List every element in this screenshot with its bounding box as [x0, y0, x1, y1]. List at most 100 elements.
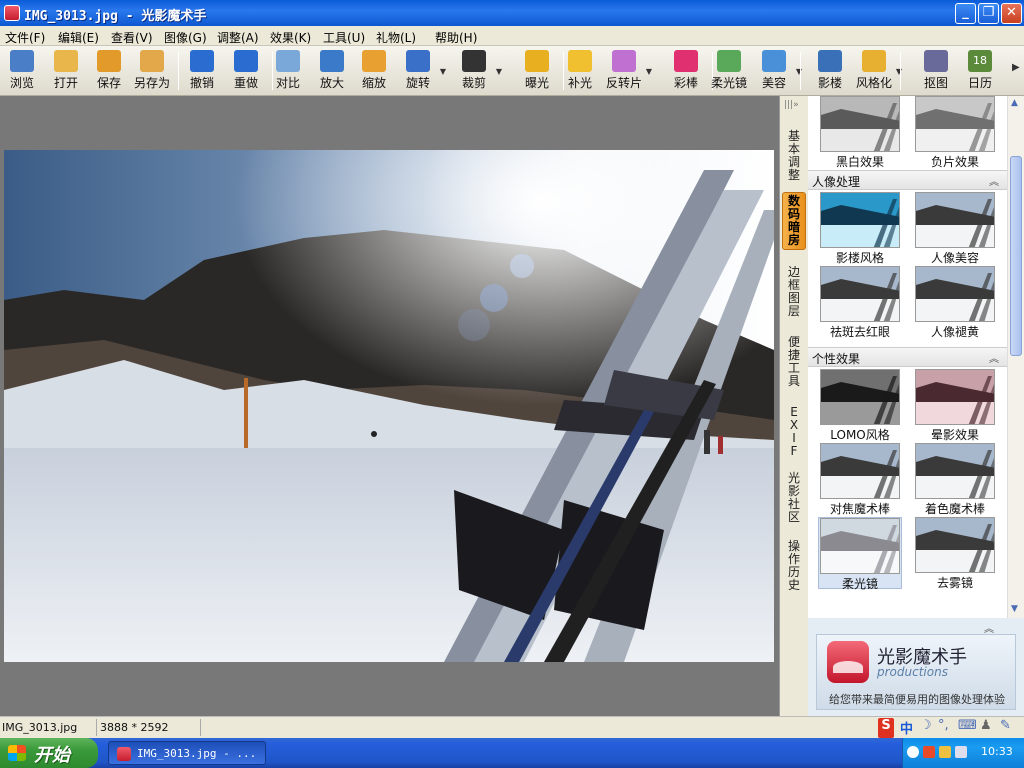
- tool-exposure-button[interactable]: 曝光: [515, 49, 559, 93]
- scroll-down-icon[interactable]: ▼: [1011, 604, 1018, 614]
- tool-zoom-in-button[interactable]: 放大: [310, 49, 354, 93]
- tool-label: 撤销: [189, 76, 214, 90]
- tool-stylize-button[interactable]: 风格化 ▼: [852, 49, 902, 93]
- tool-compare-button[interactable]: 对比: [266, 49, 310, 93]
- menu-bar: 文件(F) 编辑(E) 查看(V) 图像(G) 调整(A) 效果(K) 工具(U…: [0, 26, 1024, 46]
- dropdown-arrow-icon[interactable]: ▼: [440, 67, 446, 76]
- toolbar: 浏览 打开 保存 另存为 撤销 重做 对比 放大 缩放 旋转 ▼ 裁剪 ▼ 曝光 补光 反转片 ▼ 彩棒 柔光镜 美容…: [0, 46, 1024, 96]
- banner-collapse-icon[interactable]: ︽: [984, 620, 994, 635]
- start-button[interactable]: 开始: [0, 738, 98, 768]
- dropdown-arrow-icon[interactable]: ▼: [796, 67, 802, 76]
- tool-reversal-film-button[interactable]: 反转片 ▼: [602, 49, 652, 93]
- tray-app-icon[interactable]: [923, 746, 935, 758]
- tool-color-wand-button[interactable]: 彩棒: [664, 49, 708, 93]
- dropdown-arrow-icon[interactable]: ▼: [896, 67, 902, 76]
- side-tab-4[interactable]: EXIF: [782, 404, 806, 460]
- scroll-up-icon[interactable]: ▲: [1011, 98, 1018, 108]
- effect-thumb-0[interactable]: 黑白效果: [818, 96, 902, 169]
- brand-box[interactable]: 光影魔术手 productions 给您带来最简便易用的图像处理体验: [816, 634, 1016, 710]
- tool-calendar-button[interactable]: 18 日历: [958, 49, 1002, 93]
- tray-clock[interactable]: 10:33: [981, 745, 1013, 758]
- tool-beauty-face-button[interactable]: 美容 ▼: [752, 49, 802, 93]
- side-tab-2[interactable]: 边框图层: [782, 264, 806, 320]
- ime-keyboard-icon[interactable]: ⌨: [958, 718, 977, 738]
- tool-save-button[interactable]: 保存: [87, 49, 131, 93]
- menu-edit[interactable]: 编辑(E): [58, 29, 99, 46]
- title-bar[interactable]: IMG_3013.jpg - 光影魔术手 _ ❐ ✕: [0, 0, 1024, 26]
- tool-resize-button[interactable]: 缩放: [352, 49, 396, 93]
- tool-fill-light-button[interactable]: 补光: [558, 49, 602, 93]
- rotate-icon: [406, 50, 430, 72]
- effect-preview: [915, 443, 995, 499]
- menu-help[interactable]: 帮助(H): [435, 29, 477, 46]
- section-collapse-icon[interactable]: ︽: [989, 350, 999, 365]
- effect-thumb-5[interactable]: 人像褪黄: [913, 266, 997, 339]
- side-tab-5[interactable]: 光影社区: [782, 470, 806, 526]
- tool-redo-button[interactable]: 重做: [224, 49, 268, 93]
- tray-warning-icon[interactable]: [939, 746, 951, 758]
- close-button[interactable]: ✕: [1001, 3, 1022, 24]
- tool-label: 反转片: [605, 76, 642, 90]
- side-tab-3[interactable]: 便捷工具: [782, 334, 806, 390]
- effect-thumb-4[interactable]: 祛斑去红眼: [818, 266, 902, 339]
- dropdown-arrow-icon[interactable]: ▼: [496, 67, 502, 76]
- menu-effects[interactable]: 效果(K): [270, 29, 311, 46]
- dropdown-arrow-icon[interactable]: ▼: [646, 67, 652, 76]
- menu-tools[interactable]: 工具(U): [323, 29, 365, 46]
- brand-logo-icon: [827, 641, 869, 683]
- tool-folder-open-button[interactable]: 打开: [44, 49, 88, 93]
- effect-thumb-2[interactable]: 影楼风格: [818, 192, 902, 265]
- menu-gifts[interactable]: 礼物(L): [376, 29, 416, 46]
- effect-section-header[interactable]: 个性效果 ︽: [808, 347, 1007, 367]
- effect-thumb-6[interactable]: LOMO风格: [818, 369, 902, 442]
- ime-punct-icon[interactable]: °,: [938, 718, 949, 738]
- effect-thumb-7[interactable]: 晕影效果: [913, 369, 997, 442]
- tool-studio-button[interactable]: 影楼: [808, 49, 852, 93]
- effect-thumb-8[interactable]: 对焦魔术棒: [818, 443, 902, 516]
- ime-moon-icon[interactable]: ☽: [920, 718, 932, 738]
- menu-adjust[interactable]: 调整(A): [217, 29, 259, 46]
- side-tab-1[interactable]: 数码暗房: [782, 192, 806, 250]
- ime-wrench-icon[interactable]: ✎: [1000, 718, 1011, 738]
- toolbar-overflow-icon[interactable]: ▶: [1012, 62, 1020, 73]
- status-dimensions: 3888 * 2592: [100, 721, 169, 734]
- tool-cutout-button[interactable]: 抠图: [914, 49, 958, 93]
- tool-undo-button[interactable]: 撤销: [180, 49, 224, 93]
- section-collapse-icon[interactable]: ︽: [989, 173, 999, 188]
- effect-thumb-9[interactable]: 着色魔术棒: [913, 443, 997, 516]
- app-icon[interactable]: [4, 5, 20, 21]
- effects-scrollbar[interactable]: ▲ ▼: [1007, 96, 1024, 618]
- toolbar-separator: [800, 52, 801, 90]
- ime-lang-toggle[interactable]: 中: [900, 718, 913, 738]
- tool-browse-button[interactable]: 浏览: [0, 49, 44, 93]
- tool-save-as-button[interactable]: 另存为: [130, 49, 174, 93]
- panel-toggle-icon[interactable]: |||»: [784, 100, 799, 110]
- effect-thumb-1[interactable]: 负片效果: [913, 96, 997, 169]
- tool-crop-button[interactable]: 裁剪 ▼: [452, 49, 502, 93]
- reversal-film-icon: [612, 50, 636, 72]
- side-tab-0[interactable]: 基本调整: [782, 128, 806, 184]
- menu-view[interactable]: 查看(V): [111, 29, 153, 46]
- menu-image[interactable]: 图像(G): [164, 29, 207, 46]
- tool-soft-focus-button[interactable]: 柔光镜: [707, 49, 751, 93]
- tray-chevron-icon[interactable]: [907, 746, 919, 758]
- taskbar-item-app[interactable]: IMG_3013.jpg - ...: [108, 741, 266, 765]
- side-tab-6[interactable]: 操作历史: [782, 538, 806, 594]
- ime-user-icon[interactable]: ♟: [980, 718, 992, 738]
- menu-file[interactable]: 文件(F): [5, 29, 45, 46]
- section-title: 个性效果: [812, 352, 861, 366]
- tool-rotate-button[interactable]: 旋转 ▼: [396, 49, 446, 93]
- photo-preview[interactable]: [4, 150, 774, 662]
- image-canvas[interactable]: [0, 96, 779, 716]
- effect-thumb-10[interactable]: 柔光镜: [818, 517, 902, 591]
- section-title: 人像处理: [812, 175, 861, 189]
- effect-section-header[interactable]: 人像处理 ︽: [808, 170, 1007, 190]
- effect-thumb-3[interactable]: 人像美容: [913, 192, 997, 265]
- minimize-button[interactable]: _: [955, 3, 976, 24]
- effect-thumb-11[interactable]: 去雾镜: [913, 517, 997, 590]
- taskbar: 开始 IMG_3013.jpg - ... 10:33: [0, 738, 1024, 768]
- ime-logo-icon[interactable]: S: [878, 718, 894, 738]
- restore-button[interactable]: ❐: [978, 3, 999, 24]
- tray-network-icon[interactable]: [955, 746, 967, 758]
- scroll-thumb[interactable]: [1010, 156, 1022, 356]
